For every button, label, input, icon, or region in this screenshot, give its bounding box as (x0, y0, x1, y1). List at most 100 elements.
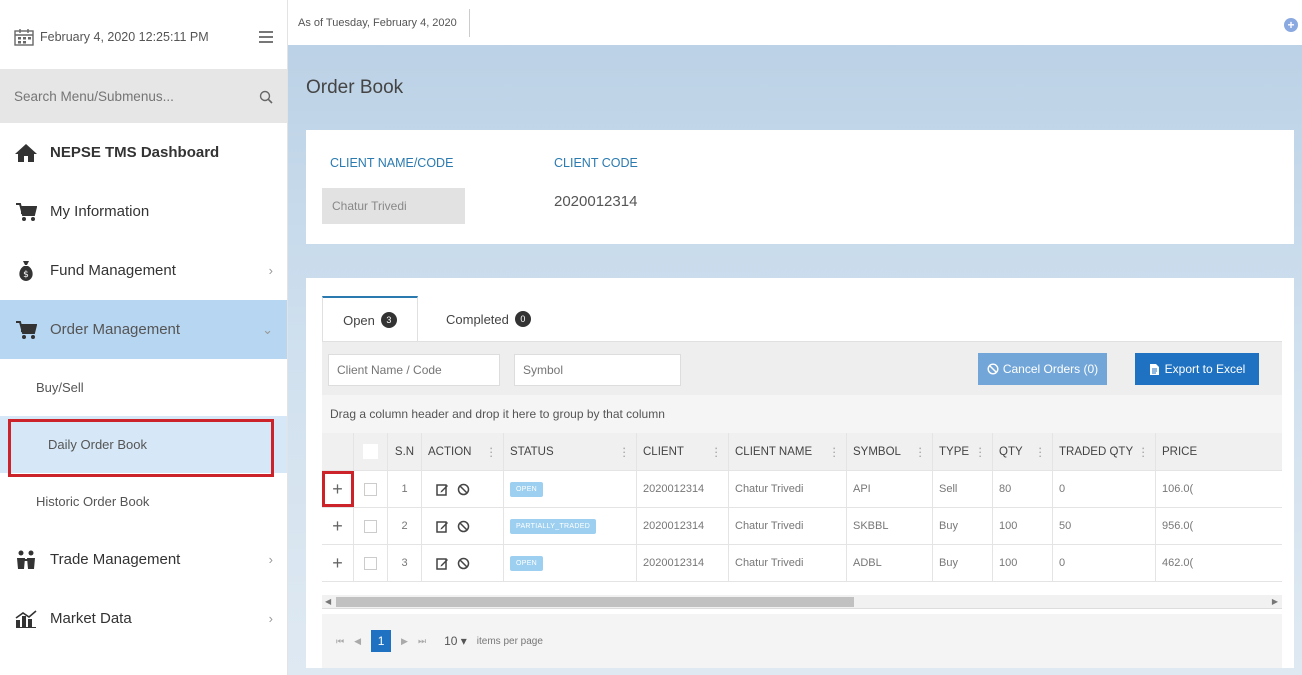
row-select-cell (354, 545, 388, 581)
column-header-client[interactable]: CLIENT ⋮ (637, 433, 729, 470)
column-menu-icon[interactable]: ⋮ (975, 445, 993, 459)
column-header-price[interactable]: PRICE (1156, 433, 1216, 470)
column-header-qty[interactable]: QTY ⋮ (993, 433, 1053, 470)
cell-sn: 1 (388, 471, 422, 507)
edit-icon[interactable] (436, 520, 449, 533)
select-all-checkbox[interactable] (363, 444, 378, 459)
sidebar-item-dashboard[interactable]: NEPSE TMS Dashboard (0, 123, 287, 182)
tab-label: Open (343, 312, 375, 328)
column-menu-icon[interactable]: ⋮ (486, 445, 504, 459)
scrollbar-thumb[interactable] (336, 597, 854, 607)
cancel-order-icon[interactable] (457, 520, 470, 533)
next-page-icon[interactable]: ▶ (401, 636, 408, 647)
as-of-date: As of Tuesday, February 4, 2020 (298, 8, 470, 37)
money-bag-icon: $ (14, 260, 38, 282)
column-menu-icon[interactable]: ⋮ (829, 445, 847, 459)
edit-icon[interactable] (436, 483, 449, 496)
column-header-status[interactable]: STATUS ⋮ (504, 433, 637, 470)
first-page-icon[interactable]: ⏮ (336, 636, 344, 647)
menu-search-input[interactable] (14, 89, 259, 104)
tab-label: Completed (446, 311, 509, 327)
order-tabs: Open 3 Completed 0 (322, 296, 547, 342)
cancel-order-icon[interactable] (457, 557, 470, 570)
client-code-label: CLIENT CODE (554, 156, 638, 170)
column-header-client-name[interactable]: CLIENT NAME ⋮ (729, 433, 847, 470)
cell-sn: 3 (388, 545, 422, 581)
search-icon[interactable] (259, 90, 273, 104)
row-checkbox[interactable] (364, 556, 377, 570)
column-menu-icon[interactable]: ⋮ (915, 445, 933, 459)
current-page-button[interactable]: 1 (371, 630, 392, 652)
items-per-page-label: items per page (476, 635, 543, 647)
cell-client: 2020012314 (637, 545, 729, 581)
expand-row-button[interactable]: + (322, 545, 354, 581)
cell-symbol: API (847, 471, 933, 507)
edit-icon[interactable] (436, 557, 449, 570)
row-checkbox[interactable] (364, 482, 377, 496)
sidebar-item-label: Market Data (50, 610, 132, 627)
client-name-field[interactable] (322, 188, 465, 224)
sidebar-item-market-data[interactable]: Market Data › (0, 589, 287, 648)
client-code-value: 2020012314 (554, 193, 638, 210)
status-badge: OPEN (510, 555, 544, 571)
column-header-type[interactable]: TYPE ⋮ (933, 433, 993, 470)
prev-page-icon[interactable]: ◀ (354, 636, 361, 647)
column-menu-icon[interactable]: ⋮ (1138, 445, 1156, 459)
page-title: Order Book (306, 77, 404, 98)
expand-row-button[interactable]: + (322, 508, 354, 544)
export-excel-label: Export to Excel (1164, 362, 1246, 376)
cell-client: 2020012314 (637, 471, 729, 507)
column-header-traded-qty[interactable]: TRADED QTY ⋮ (1053, 433, 1156, 470)
cell-client-name: Chatur Trivedi (729, 508, 847, 544)
column-header-sn[interactable]: S.N (388, 433, 422, 470)
header-label: PRICE (1162, 445, 1198, 458)
add-icon[interactable]: + (1284, 18, 1298, 32)
sidebar-item-order-management[interactable]: Order Management ⌄ (0, 300, 287, 359)
horizontal-scrollbar[interactable]: ◀ ▶ (322, 595, 1282, 609)
export-excel-button[interactable]: Export to Excel (1135, 353, 1259, 385)
scroll-left-icon[interactable]: ◀ (325, 595, 331, 609)
current-datetime: February 4, 2020 12:25:11 PM (40, 30, 209, 44)
chart-icon (14, 608, 38, 630)
last-page-icon[interactable]: ⏭ (418, 636, 426, 647)
header-label: TYPE (939, 445, 970, 458)
column-menu-icon[interactable]: ⋮ (619, 445, 637, 459)
page-size-value: 10 (444, 634, 458, 648)
sidebar-item-trade-management[interactable]: Trade Management › (0, 530, 287, 589)
page-size-select[interactable]: 10 ▾ (444, 634, 467, 648)
expand-row-button[interactable]: + (322, 471, 354, 507)
sidebar-subitem-historic-order-book[interactable]: Historic Order Book (0, 473, 287, 530)
cancel-orders-label: Cancel Orders (0) (1002, 362, 1099, 376)
chevron-right-icon: › (268, 552, 273, 567)
hamburger-icon[interactable] (259, 31, 273, 43)
sidebar-subitem-buy-sell[interactable]: Buy/Sell (0, 359, 287, 416)
column-menu-icon[interactable]: ⋮ (1035, 445, 1053, 459)
scroll-right-icon[interactable]: ▶ (1272, 595, 1278, 609)
sidebar-subitem-daily-order-book[interactable]: Daily Order Book (0, 416, 287, 477)
row-checkbox[interactable] (364, 519, 377, 533)
cell-status: OPEN (504, 545, 637, 581)
cell-status: PARTIALLY_TRADED (504, 508, 637, 544)
cancel-orders-button[interactable]: Cancel Orders (0) (978, 353, 1107, 385)
symbol-filter-input[interactable] (514, 354, 681, 386)
count-badge: 0 (514, 311, 531, 327)
cell-qty: 100 (993, 545, 1053, 581)
column-header-action[interactable]: ACTION ⋮ (422, 433, 504, 470)
menu-search (0, 70, 287, 123)
tab-completed[interactable]: Completed 0 (430, 296, 547, 342)
tab-open[interactable]: Open 3 (322, 296, 418, 342)
cancel-order-icon[interactable] (457, 483, 470, 496)
column-header-symbol[interactable]: SYMBOL ⋮ (847, 433, 933, 470)
grid-toolbar: Cancel Orders (0) Export to Excel (322, 341, 1282, 395)
home-icon (14, 142, 38, 164)
cell-status: OPEN (504, 471, 637, 507)
select-all-cell (354, 433, 388, 470)
client-filter-input[interactable] (328, 354, 500, 386)
group-drop-area[interactable]: Drag a column header and drop it here to… (322, 395, 1282, 433)
header-label: ACTION (428, 445, 472, 458)
column-menu-icon[interactable]: ⋮ (711, 445, 729, 459)
cell-traded-qty: 0 (1053, 471, 1156, 507)
sidebar-item-my-information[interactable]: My Information (0, 182, 287, 241)
header-label: SYMBOL (853, 445, 901, 458)
sidebar-item-fund-management[interactable]: $ Fund Management › (0, 241, 287, 300)
